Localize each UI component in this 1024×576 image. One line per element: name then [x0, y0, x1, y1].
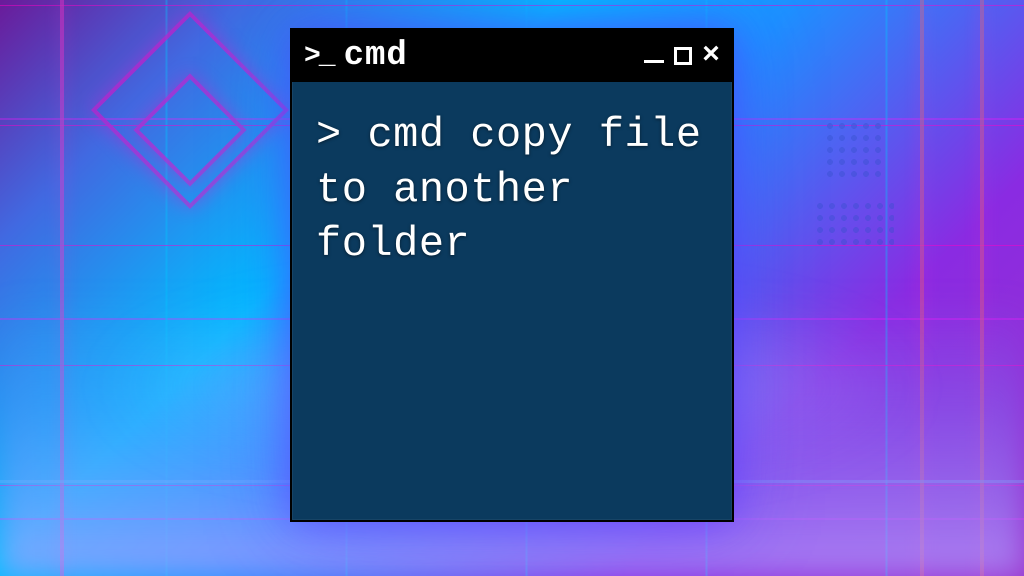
terminal-icon: >_ [304, 41, 334, 72]
terminal-window[interactable]: >_ cmd × > cmd copy file to another fold… [290, 28, 734, 522]
titlebar[interactable]: >_ cmd × [292, 30, 732, 82]
window-title: cmd [344, 37, 634, 75]
terminal-body[interactable]: > cmd copy file to another folder [292, 82, 732, 298]
maximize-button[interactable] [674, 47, 692, 65]
minimize-button[interactable] [644, 60, 664, 63]
command-text: cmd copy file to another folder [316, 111, 702, 268]
prompt-symbol: > [316, 111, 342, 159]
close-button[interactable]: × [702, 41, 720, 71]
window-controls: × [644, 41, 720, 71]
